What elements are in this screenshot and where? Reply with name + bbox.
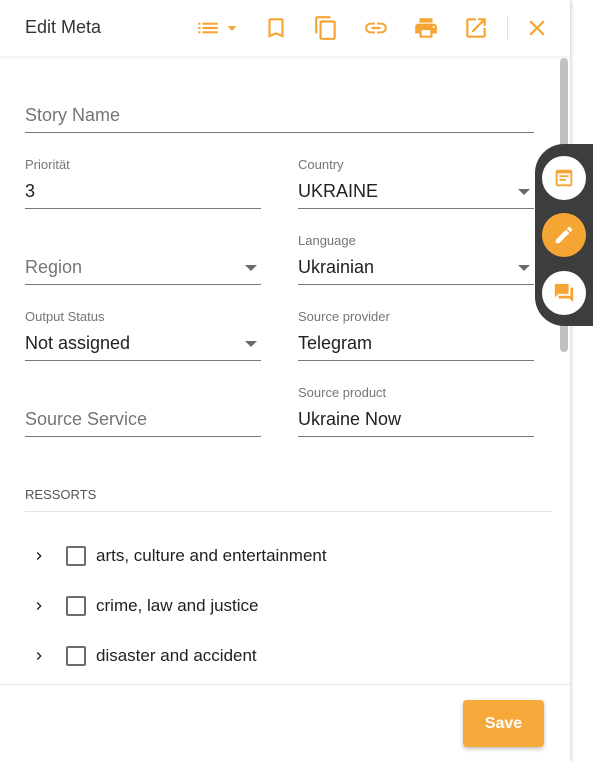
tree-item: arts, culture and entertainment [25, 541, 545, 571]
source-product-label: Source product [298, 385, 387, 400]
priority-label: Priorität [25, 157, 70, 172]
list-icon [195, 15, 221, 41]
link-button[interactable] [362, 14, 390, 42]
source-provider-field[interactable]: Source provider Telegram [298, 309, 534, 361]
country-value: UKRAINE [298, 181, 379, 201]
chevron-down-icon [221, 17, 243, 39]
edit-button[interactable] [542, 213, 586, 257]
chevron-right-icon[interactable] [31, 598, 47, 614]
region-select[interactable]: Region [25, 248, 261, 285]
edit-meta-panel: Edit Meta Story Name Priorität 3 Country… [0, 0, 570, 763]
chat-icon [553, 282, 575, 304]
copy-icon [313, 15, 339, 41]
output-status-label: Output Status [25, 309, 105, 324]
panel-header: Edit Meta [0, 0, 570, 56]
dropdown-arrow-icon [245, 341, 257, 347]
panel-title: Edit Meta [25, 17, 102, 37]
close-icon [524, 15, 550, 41]
side-action-rail [535, 144, 593, 326]
story-name-placeholder: Story Name [25, 105, 121, 125]
print-button[interactable] [412, 14, 440, 42]
print-icon [413, 15, 439, 41]
source-product-field[interactable]: Source product Ukraine Now [298, 385, 534, 437]
language-value: Ukrainian [298, 257, 375, 277]
ressort-checkbox[interactable] [66, 596, 86, 616]
save-button[interactable]: Save [463, 700, 544, 747]
language-label: Language [298, 233, 356, 248]
open-external-icon [463, 15, 489, 41]
priority-value: 3 [25, 181, 36, 201]
country-label: Country [298, 157, 344, 172]
chat-button[interactable] [542, 271, 586, 315]
language-select[interactable]: Language Ukrainian [298, 233, 534, 285]
ressort-label: disaster and accident [96, 646, 257, 665]
tree-item: crime, law and justice [25, 591, 545, 621]
link-icon [363, 15, 389, 41]
ressort-label: crime, law and justice [96, 596, 259, 615]
source-product-value: Ukraine Now [298, 409, 402, 429]
ressorts-divider [25, 511, 552, 512]
priority-field[interactable]: Priorität 3 [25, 157, 261, 209]
source-provider-value: Telegram [298, 333, 373, 353]
ressorts-heading: RESSORTS [25, 487, 97, 502]
header-divider [507, 16, 508, 40]
ressort-checkbox[interactable] [66, 646, 86, 666]
tree-item: disaster and accident [25, 641, 545, 671]
close-button[interactable] [523, 14, 551, 42]
dropdown-arrow-icon [245, 265, 257, 271]
country-select[interactable]: Country UKRAINE [298, 157, 534, 209]
story-name-field[interactable]: Story Name [25, 96, 534, 133]
edit-icon [553, 224, 575, 246]
copy-button[interactable] [312, 14, 340, 42]
source-provider-label: Source provider [298, 309, 390, 324]
region-placeholder: Region [25, 257, 83, 277]
notes-icon [553, 167, 575, 189]
output-status-value: Not assigned [25, 333, 131, 353]
source-service-placeholder: Source Service [25, 409, 148, 429]
source-service-field[interactable]: Source Service [25, 400, 261, 437]
output-status-select[interactable]: Output Status Not assigned [25, 309, 261, 361]
open-external-button[interactable] [462, 14, 490, 42]
list-dropdown-button[interactable] [192, 14, 246, 42]
chevron-right-icon[interactable] [31, 648, 47, 664]
ressort-label: arts, culture and entertainment [96, 546, 327, 565]
chevron-right-icon[interactable] [31, 548, 47, 564]
dropdown-arrow-icon [518, 189, 530, 195]
notes-button[interactable] [542, 156, 586, 200]
bookmark-button[interactable] [262, 14, 290, 42]
bookmark-icon [263, 15, 289, 41]
ressort-checkbox[interactable] [66, 546, 86, 566]
dropdown-arrow-icon [518, 265, 530, 271]
panel-footer: Save [0, 684, 570, 763]
